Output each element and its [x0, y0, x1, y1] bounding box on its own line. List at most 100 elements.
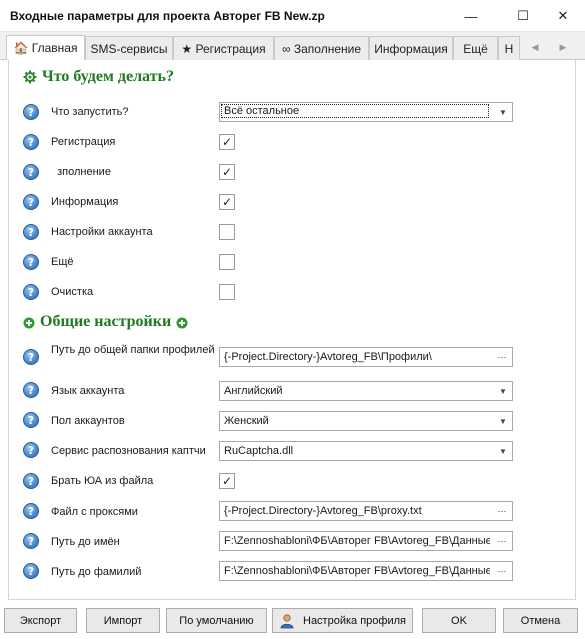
defaults-button[interactable]: По умолчанию — [166, 608, 267, 633]
names-path-field[interactable]: F:\Zennoshabloni\ФБ\Авторег FB\Avtoreg_F… — [219, 531, 513, 551]
help-icon[interactable]: ? — [23, 412, 39, 428]
help-icon[interactable]: ? — [23, 349, 39, 365]
help-icon[interactable]: ? — [23, 134, 39, 150]
row-filling: ? зполнение ✓ — [9, 157, 575, 187]
window-title: Входные параметры для проекта Авторег FB… — [10, 9, 325, 23]
row-captcha-service: ? Сервис распознования каптчи RuCaptcha.… — [9, 436, 575, 466]
account-settings-checkbox[interactable] — [219, 224, 235, 240]
information-checkbox[interactable]: ✓ — [219, 194, 235, 210]
row-label: Сервис распознования каптчи — [51, 445, 206, 457]
row-label: Пол аккаунтов — [51, 415, 125, 427]
captcha-service-value: RuCaptcha.dll — [224, 445, 294, 457]
captcha-service-select[interactable]: RuCaptcha.dll ▼ — [219, 441, 513, 461]
browse-icon[interactable]: ··· — [494, 503, 510, 519]
more-checkbox[interactable] — [219, 254, 235, 270]
tab-scroll-right-icon[interactable]: ▶ — [552, 36, 574, 58]
profiles-path-value: {-Project.Directory-}Avtoreg_FB\Профили\ — [224, 351, 432, 363]
cleanup-checkbox[interactable] — [219, 284, 235, 300]
user-icon — [279, 613, 295, 629]
filling-checkbox[interactable]: ✓ — [219, 164, 235, 180]
row-label: Настройки аккаунта — [51, 226, 153, 238]
help-icon[interactable]: ? — [23, 194, 39, 210]
ua-from-file-checkbox[interactable]: ✓ — [219, 473, 235, 489]
plus-circle-icon — [23, 316, 35, 329]
help-icon[interactable]: ? — [23, 473, 39, 489]
tab-scroll-left-icon[interactable]: ◀ — [524, 36, 546, 58]
tab-registration[interactable]: ★ Регистрация — [173, 36, 274, 60]
section-title-text: Общие настройки — [40, 313, 172, 330]
tab-next[interactable]: Н — [498, 36, 520, 60]
cancel-button[interactable]: Отмена — [503, 608, 578, 633]
section-what-to-do: Что будем делать? — [23, 68, 174, 86]
tab-main[interactable]: 🏠 Главная — [6, 35, 85, 60]
row-account-gender: ? Пол аккаунтов Женский ▼ — [9, 406, 575, 436]
title-bar: Входные параметры для проекта Авторег FB… — [0, 0, 585, 32]
profiles-path-field[interactable]: {-Project.Directory-}Avtoreg_FB\Профили\… — [219, 347, 513, 367]
row-account-language: ? Язык аккаунта Английский ▼ — [9, 376, 575, 406]
section-title-text: Что будем делать? — [42, 68, 174, 85]
names-path-value: F:\Zennoshabloni\ФБ\Авторег FB\Avtoreg_F… — [224, 535, 490, 547]
registration-checkbox[interactable]: ✓ — [219, 134, 235, 150]
minimize-button[interactable]: — — [448, 0, 494, 32]
help-icon[interactable]: ? — [23, 224, 39, 240]
chevron-down-icon[interactable]: ▼ — [494, 412, 512, 430]
row-label: Путь до имён — [51, 536, 120, 548]
row-label: Ещё — [51, 256, 74, 268]
row-label: Очистка — [51, 286, 94, 298]
row-names-path: ? Путь до имён F:\Zennoshabloni\ФБ\Автор… — [9, 526, 575, 556]
help-icon[interactable]: ? — [23, 563, 39, 579]
close-button[interactable]: ✕ — [540, 0, 585, 32]
row-label: Файл с проксями — [51, 506, 138, 518]
row-profiles-path: ? Путь до общей папки профилей {-Project… — [9, 342, 575, 372]
account-gender-select[interactable]: Женский ▼ — [219, 411, 513, 431]
row-label: Информация — [51, 196, 119, 208]
surnames-path-value: F:\Zennoshabloni\ФБ\Авторег FB\Avtoreg_F… — [224, 565, 490, 577]
help-icon[interactable]: ? — [23, 254, 39, 270]
browse-icon[interactable]: ··· — [494, 563, 510, 579]
account-language-value: Английский — [224, 385, 283, 397]
import-button[interactable]: Импорт — [86, 608, 160, 633]
help-icon[interactable]: ? — [23, 503, 39, 519]
chevron-down-icon[interactable]: ▼ — [494, 382, 512, 400]
section-general-settings: Общие настройки — [23, 313, 188, 331]
chevron-down-icon[interactable]: ▼ — [494, 442, 512, 460]
help-icon[interactable]: ? — [23, 284, 39, 300]
proxy-file-field[interactable]: {-Project.Directory-}Avtoreg_FB\proxy.tx… — [219, 501, 513, 521]
gear-icon — [23, 70, 37, 84]
help-icon[interactable]: ? — [23, 442, 39, 458]
proxy-file-value: {-Project.Directory-}Avtoreg_FB\proxy.tx… — [224, 505, 422, 517]
row-proxy-file: ? Файл с проксями {-Project.Directory-}A… — [9, 496, 575, 526]
chevron-down-icon[interactable]: ▼ — [494, 103, 512, 121]
help-icon[interactable]: ? — [23, 164, 39, 180]
row-label: Регистрация — [51, 136, 116, 148]
tab-information[interactable]: Информация — [369, 36, 453, 60]
row-label: Что запустить? — [51, 106, 129, 118]
row-label: зполнение — [51, 166, 111, 178]
surnames-path-field[interactable]: F:\Zennoshabloni\ФБ\Авторег FB\Avtoreg_F… — [219, 561, 513, 581]
browse-icon[interactable]: ··· — [494, 533, 510, 549]
row-account-settings: ? Настройки аккаунта — [9, 217, 575, 247]
row-more: ? Ещё — [9, 247, 575, 277]
run-select[interactable]: Всё остальное ▼ — [219, 102, 513, 122]
account-language-select[interactable]: Английский ▼ — [219, 381, 513, 401]
row-run: ? Что запустить? Всё остальное ▼ — [9, 97, 575, 127]
tab-more[interactable]: Ещё — [453, 36, 498, 60]
help-icon[interactable]: ? — [23, 104, 39, 120]
row-information: ? Информация ✓ — [9, 187, 575, 217]
plus-circle-icon — [176, 316, 188, 329]
row-registration: ? Регистрация ✓ — [9, 127, 575, 157]
tab-sms-services[interactable]: SMS-сервисы — [85, 36, 173, 60]
row-ua-from-file: ? Брать ЮА из файла ✓ — [9, 466, 575, 496]
help-icon[interactable]: ? — [23, 382, 39, 398]
tab-bar: 🏠 Главная SMS-сервисы ★ Регистрация ∞ За… — [0, 32, 585, 60]
row-cleanup: ? Очистка — [9, 277, 575, 307]
profile-settings-button[interactable]: Настройка профиля — [272, 608, 413, 633]
browse-icon[interactable]: ··· — [494, 349, 510, 365]
ok-button[interactable]: OK — [422, 608, 496, 633]
profile-settings-label: Настройка профиля — [303, 614, 406, 627]
tab-filling[interactable]: ∞ Заполнение — [274, 36, 369, 60]
row-label: Язык аккаунта — [51, 385, 125, 397]
row-label: Путь до общей папки профилей — [51, 344, 215, 356]
help-icon[interactable]: ? — [23, 533, 39, 549]
export-button[interactable]: Экспорт — [4, 608, 77, 633]
